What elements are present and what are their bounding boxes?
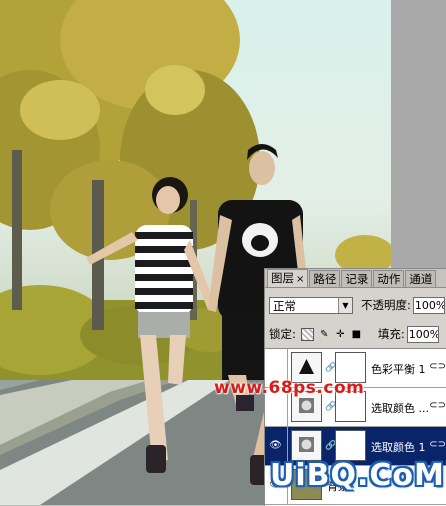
lock-fill-row: 锁定: ✎ ✛ ■ 填充: 100% (269, 324, 446, 344)
selective-color-icon (299, 398, 314, 413)
blend-mode-value: 正常 (273, 298, 296, 313)
link-chain-icon: ⊂⊃ (429, 400, 446, 411)
tab-channels-label: 通道 (409, 272, 433, 286)
eye-icon[interactable]: 👁 (268, 438, 283, 453)
layer-name: 色彩平衡 1 (371, 363, 426, 376)
site-watermark: www.68ps.com (214, 378, 365, 398)
tab-channels[interactable]: 通道 (405, 270, 437, 287)
tab-paths-label: 路径 (313, 272, 337, 286)
layer-name: 选取颜色 ... (371, 402, 429, 415)
visibility-toggle[interactable] (268, 399, 283, 414)
opacity-input[interactable]: 100% (412, 296, 445, 314)
lock-transparency-icon[interactable] (300, 327, 314, 341)
layer-mask (335, 430, 366, 461)
fill-input[interactable]: 100% (406, 325, 439, 343)
lock-pixels-icon[interactable]: ✎ (319, 329, 330, 340)
blend-mode-select[interactable]: 正常 ▼ (269, 296, 353, 314)
link-chain-icon: ⊂⊃ (429, 439, 446, 450)
tab-actions[interactable]: 动作 (373, 270, 405, 287)
tab-paths[interactable]: 路径 (309, 270, 341, 287)
workspace-background (391, 0, 446, 268)
link-icon: 🔗 (325, 402, 337, 412)
selective-color-icon (299, 437, 314, 452)
tab-layers[interactable]: 图层 × (267, 269, 309, 287)
lock-label: 锁定: (269, 327, 296, 341)
tab-actions-label: 动作 (377, 272, 401, 286)
color-balance-icon (299, 359, 314, 374)
adjustment-thumbnail (291, 430, 322, 461)
layer-name: 选取颜色 1 (371, 441, 426, 454)
fill-label: 填充: (377, 327, 405, 341)
opacity-label: 不透明度: (361, 298, 411, 312)
link-chain-icon: ⊂⊃ (429, 361, 446, 372)
link-icon: 🔗 (325, 363, 337, 373)
lock-all-icon[interactable]: ■ (351, 329, 362, 340)
visibility-toggle[interactable] (268, 360, 283, 375)
tab-layers-label: 图层 (271, 271, 294, 285)
chevron-down-icon: ▼ (338, 297, 352, 313)
link-icon: 🔗 (325, 441, 337, 451)
tab-history-label: 记录 (345, 272, 369, 286)
brand-watermark: UiBQ.CoM (270, 458, 445, 493)
close-icon[interactable]: × (296, 274, 304, 285)
lock-position-icon[interactable]: ✛ (335, 329, 346, 340)
panel-tabs: 图层 × 路径 记录 动作 通道 (265, 269, 446, 288)
tab-history[interactable]: 记录 (341, 270, 373, 287)
blend-opacity-row: 正常 ▼ 不透明度: 100% (269, 295, 446, 315)
